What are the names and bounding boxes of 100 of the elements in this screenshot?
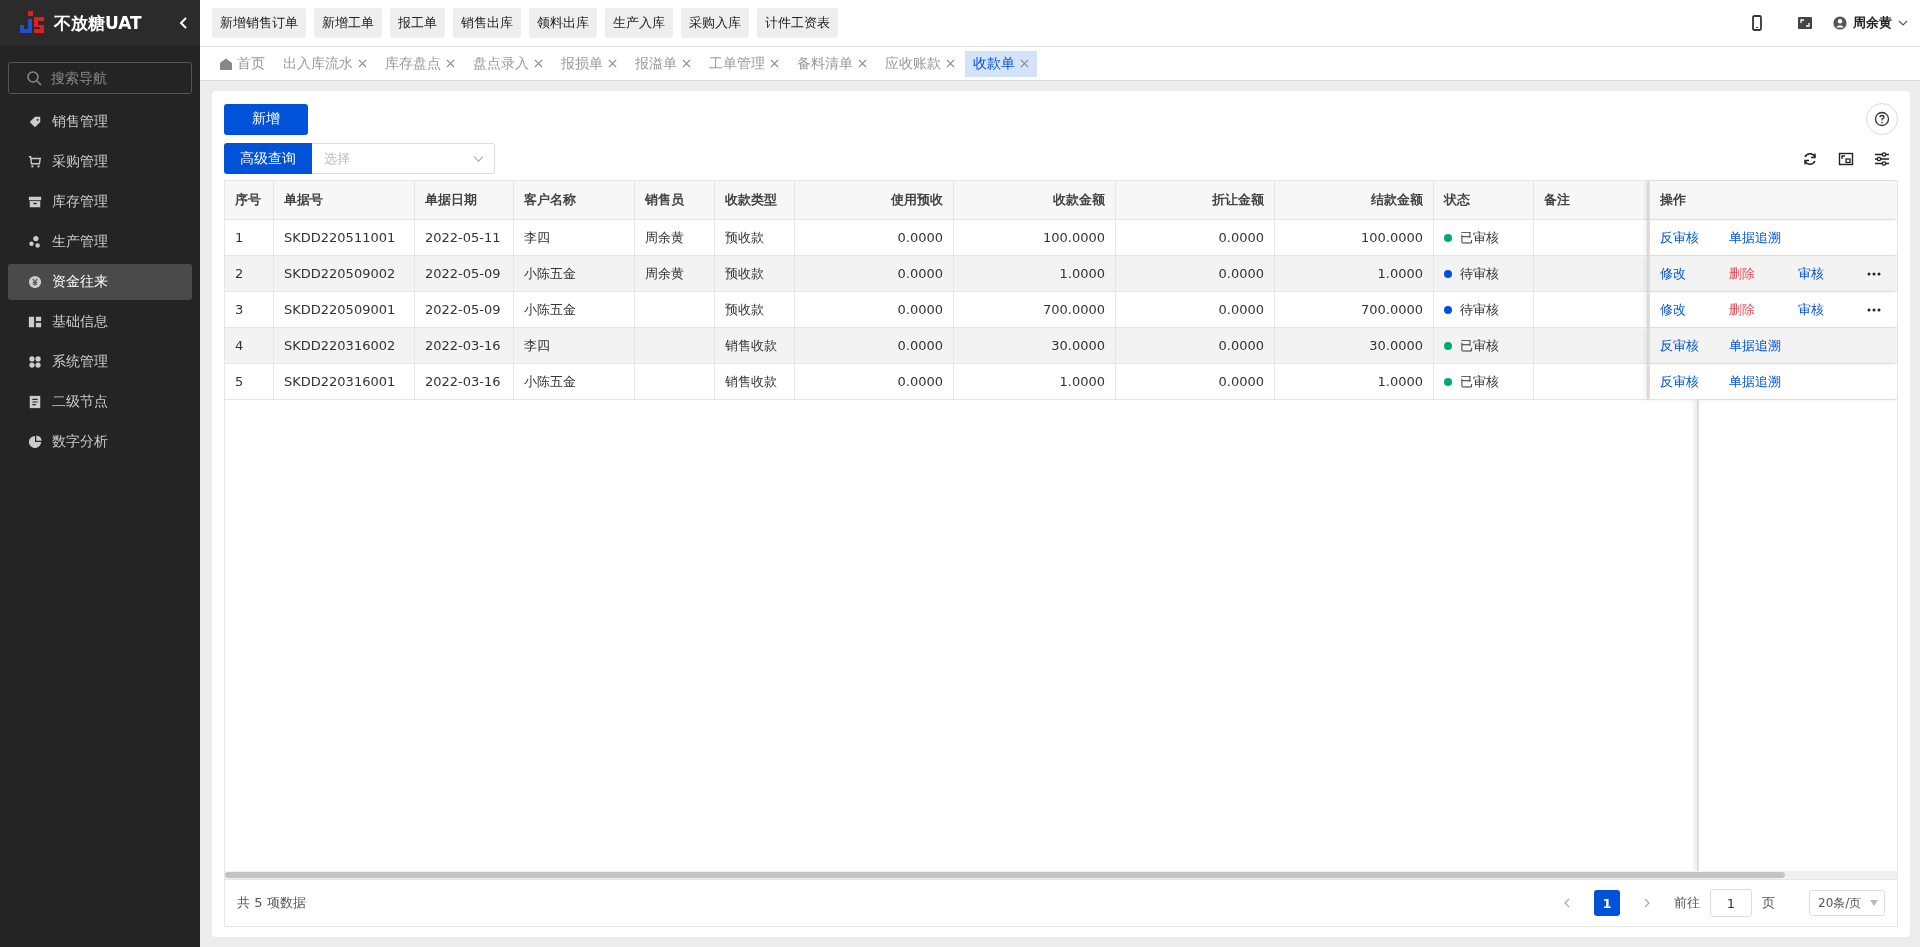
user-icon[interactable] bbox=[1833, 16, 1847, 30]
page-size-select[interactable]: 20条/页 bbox=[1809, 890, 1885, 916]
table-cell: 0.0000 bbox=[1116, 328, 1275, 364]
close-icon[interactable] bbox=[946, 59, 955, 68]
close-icon[interactable] bbox=[858, 59, 867, 68]
column-header: 序号 bbox=[225, 181, 274, 220]
column-header: 折让金额 bbox=[1116, 181, 1275, 220]
close-icon[interactable] bbox=[770, 59, 779, 68]
action-link[interactable]: 单据追溯 bbox=[1729, 372, 1781, 391]
mobile-icon[interactable] bbox=[1749, 15, 1765, 31]
quick-action-button[interactable]: 报工单 bbox=[390, 8, 445, 38]
settings-icon[interactable] bbox=[1874, 150, 1890, 167]
table-cell: 2 bbox=[225, 256, 274, 292]
action-link[interactable]: 反审核 bbox=[1660, 372, 1729, 391]
more-icon[interactable] bbox=[1867, 271, 1881, 276]
user-name[interactable]: 周余黄 bbox=[1853, 14, 1892, 32]
column-header: 收款金额 bbox=[954, 181, 1116, 220]
close-icon[interactable] bbox=[358, 59, 367, 68]
goto-label: 前往 bbox=[1674, 894, 1700, 912]
page-tab[interactable]: 收款单 bbox=[965, 50, 1037, 77]
quick-action-button[interactable]: 销售出库 bbox=[453, 8, 521, 38]
previous-page-icon[interactable] bbox=[1562, 898, 1572, 908]
sidebar-item[interactable]: 库存管理 bbox=[8, 184, 192, 220]
quick-action-button[interactable]: 计件工资表 bbox=[757, 8, 838, 38]
action-link[interactable]: 修改 bbox=[1660, 300, 1729, 319]
advanced-search-button[interactable]: 高级查询 bbox=[224, 143, 312, 174]
column-header: 单据日期 bbox=[415, 181, 514, 220]
help-button[interactable] bbox=[1866, 103, 1898, 135]
table-cell: SKDD220316001 bbox=[274, 364, 415, 400]
close-icon[interactable] bbox=[446, 59, 455, 68]
collapse-icon[interactable] bbox=[178, 17, 190, 29]
table-cell: 周余黄 bbox=[635, 256, 715, 292]
search-icon bbox=[26, 70, 42, 86]
search-field[interactable]: 搜索导航 bbox=[8, 62, 192, 94]
table-cell: 2022-03-16 bbox=[415, 364, 514, 400]
menu-item-icon bbox=[28, 435, 42, 449]
app-name: 不放糖UAT bbox=[54, 11, 143, 35]
action-link[interactable]: 单据追溯 bbox=[1729, 228, 1781, 247]
help-icon bbox=[1874, 111, 1890, 127]
page-number[interactable]: 1 bbox=[1594, 890, 1620, 916]
logo-icon bbox=[18, 11, 46, 35]
column-header: 结款金额 bbox=[1275, 181, 1434, 220]
column-header: 单据号 bbox=[274, 181, 415, 220]
sidebar-item[interactable]: 二级节点 bbox=[8, 384, 192, 420]
fullscreen-icon[interactable] bbox=[1838, 150, 1854, 167]
add-button[interactable]: 新增 bbox=[224, 103, 308, 135]
table-cell: 30.0000 bbox=[954, 328, 1116, 364]
more-icon[interactable] bbox=[1867, 307, 1881, 312]
refresh-icon[interactable] bbox=[1802, 150, 1818, 167]
column-header: 使用预收 bbox=[795, 181, 954, 220]
column-header: 备注 bbox=[1534, 181, 1648, 220]
table-cell: 2022-05-09 bbox=[415, 256, 514, 292]
action-link[interactable]: 修改 bbox=[1660, 264, 1729, 283]
home-icon bbox=[220, 57, 232, 70]
sidebar-item[interactable]: 资金往来 bbox=[8, 264, 192, 300]
close-icon[interactable] bbox=[608, 59, 617, 68]
sidebar-item[interactable]: 系统管理 bbox=[8, 344, 192, 380]
column-header: 客户名称 bbox=[514, 181, 635, 220]
next-page-icon[interactable] bbox=[1642, 898, 1652, 908]
page-input[interactable]: 1 bbox=[1710, 889, 1752, 917]
table-cell: 预收款 bbox=[715, 256, 795, 292]
menu-item-icon bbox=[28, 155, 42, 169]
sidebar-item[interactable]: 采购管理 bbox=[8, 144, 192, 180]
fullscreen-icon[interactable] bbox=[1797, 15, 1813, 31]
menu-item-icon bbox=[28, 235, 42, 249]
sidebar-item[interactable]: 销售管理 bbox=[8, 104, 192, 140]
page-suffix: 页 bbox=[1762, 894, 1775, 912]
close-icon[interactable] bbox=[534, 59, 543, 68]
action-link[interactable]: 反审核 bbox=[1660, 228, 1729, 247]
quick-action-button[interactable]: 采购入库 bbox=[681, 8, 749, 38]
status-cell: 已审核 bbox=[1434, 364, 1534, 400]
close-icon[interactable] bbox=[1020, 59, 1029, 68]
table-cell: 5 bbox=[225, 364, 274, 400]
sidebar-item[interactable]: 生产管理 bbox=[8, 224, 192, 260]
table-cell: 0.0000 bbox=[795, 364, 954, 400]
table-cell: 1.0000 bbox=[1275, 364, 1434, 400]
action-link[interactable]: 审核 bbox=[1798, 300, 1867, 319]
table-cell: 销售收款 bbox=[715, 364, 795, 400]
quick-action-button[interactable]: 新增工单 bbox=[314, 8, 382, 38]
table-cell: 1.0000 bbox=[1275, 256, 1434, 292]
table-cell: 0.0000 bbox=[1116, 256, 1275, 292]
action-link[interactable]: 删除 bbox=[1729, 300, 1798, 319]
quick-action-button[interactable]: 生产入库 bbox=[605, 8, 673, 38]
table-cell: 2022-03-16 bbox=[415, 328, 514, 364]
table-cell: 0.0000 bbox=[1116, 364, 1275, 400]
caret-icon[interactable] bbox=[1898, 18, 1908, 28]
triangle-down-icon bbox=[1870, 900, 1878, 906]
sidebar-item[interactable]: 数字分析 bbox=[8, 424, 192, 460]
action-link[interactable]: 反审核 bbox=[1660, 336, 1729, 355]
action-link[interactable]: 删除 bbox=[1729, 264, 1798, 283]
quick-action-button[interactable]: 新增销售订单 bbox=[212, 8, 306, 38]
status-cell: 已审核 bbox=[1434, 328, 1534, 364]
table-cell: SKDD220509002 bbox=[274, 256, 415, 292]
table-cell: 销售收款 bbox=[715, 328, 795, 364]
quick-action-button[interactable]: 领料出库 bbox=[529, 8, 597, 38]
action-link[interactable]: 单据追溯 bbox=[1729, 336, 1781, 355]
sidebar-item[interactable]: 基础信息 bbox=[8, 304, 192, 340]
scrollbar-thumb[interactable] bbox=[225, 872, 1785, 878]
close-icon[interactable] bbox=[682, 59, 691, 68]
action-link[interactable]: 审核 bbox=[1798, 264, 1867, 283]
